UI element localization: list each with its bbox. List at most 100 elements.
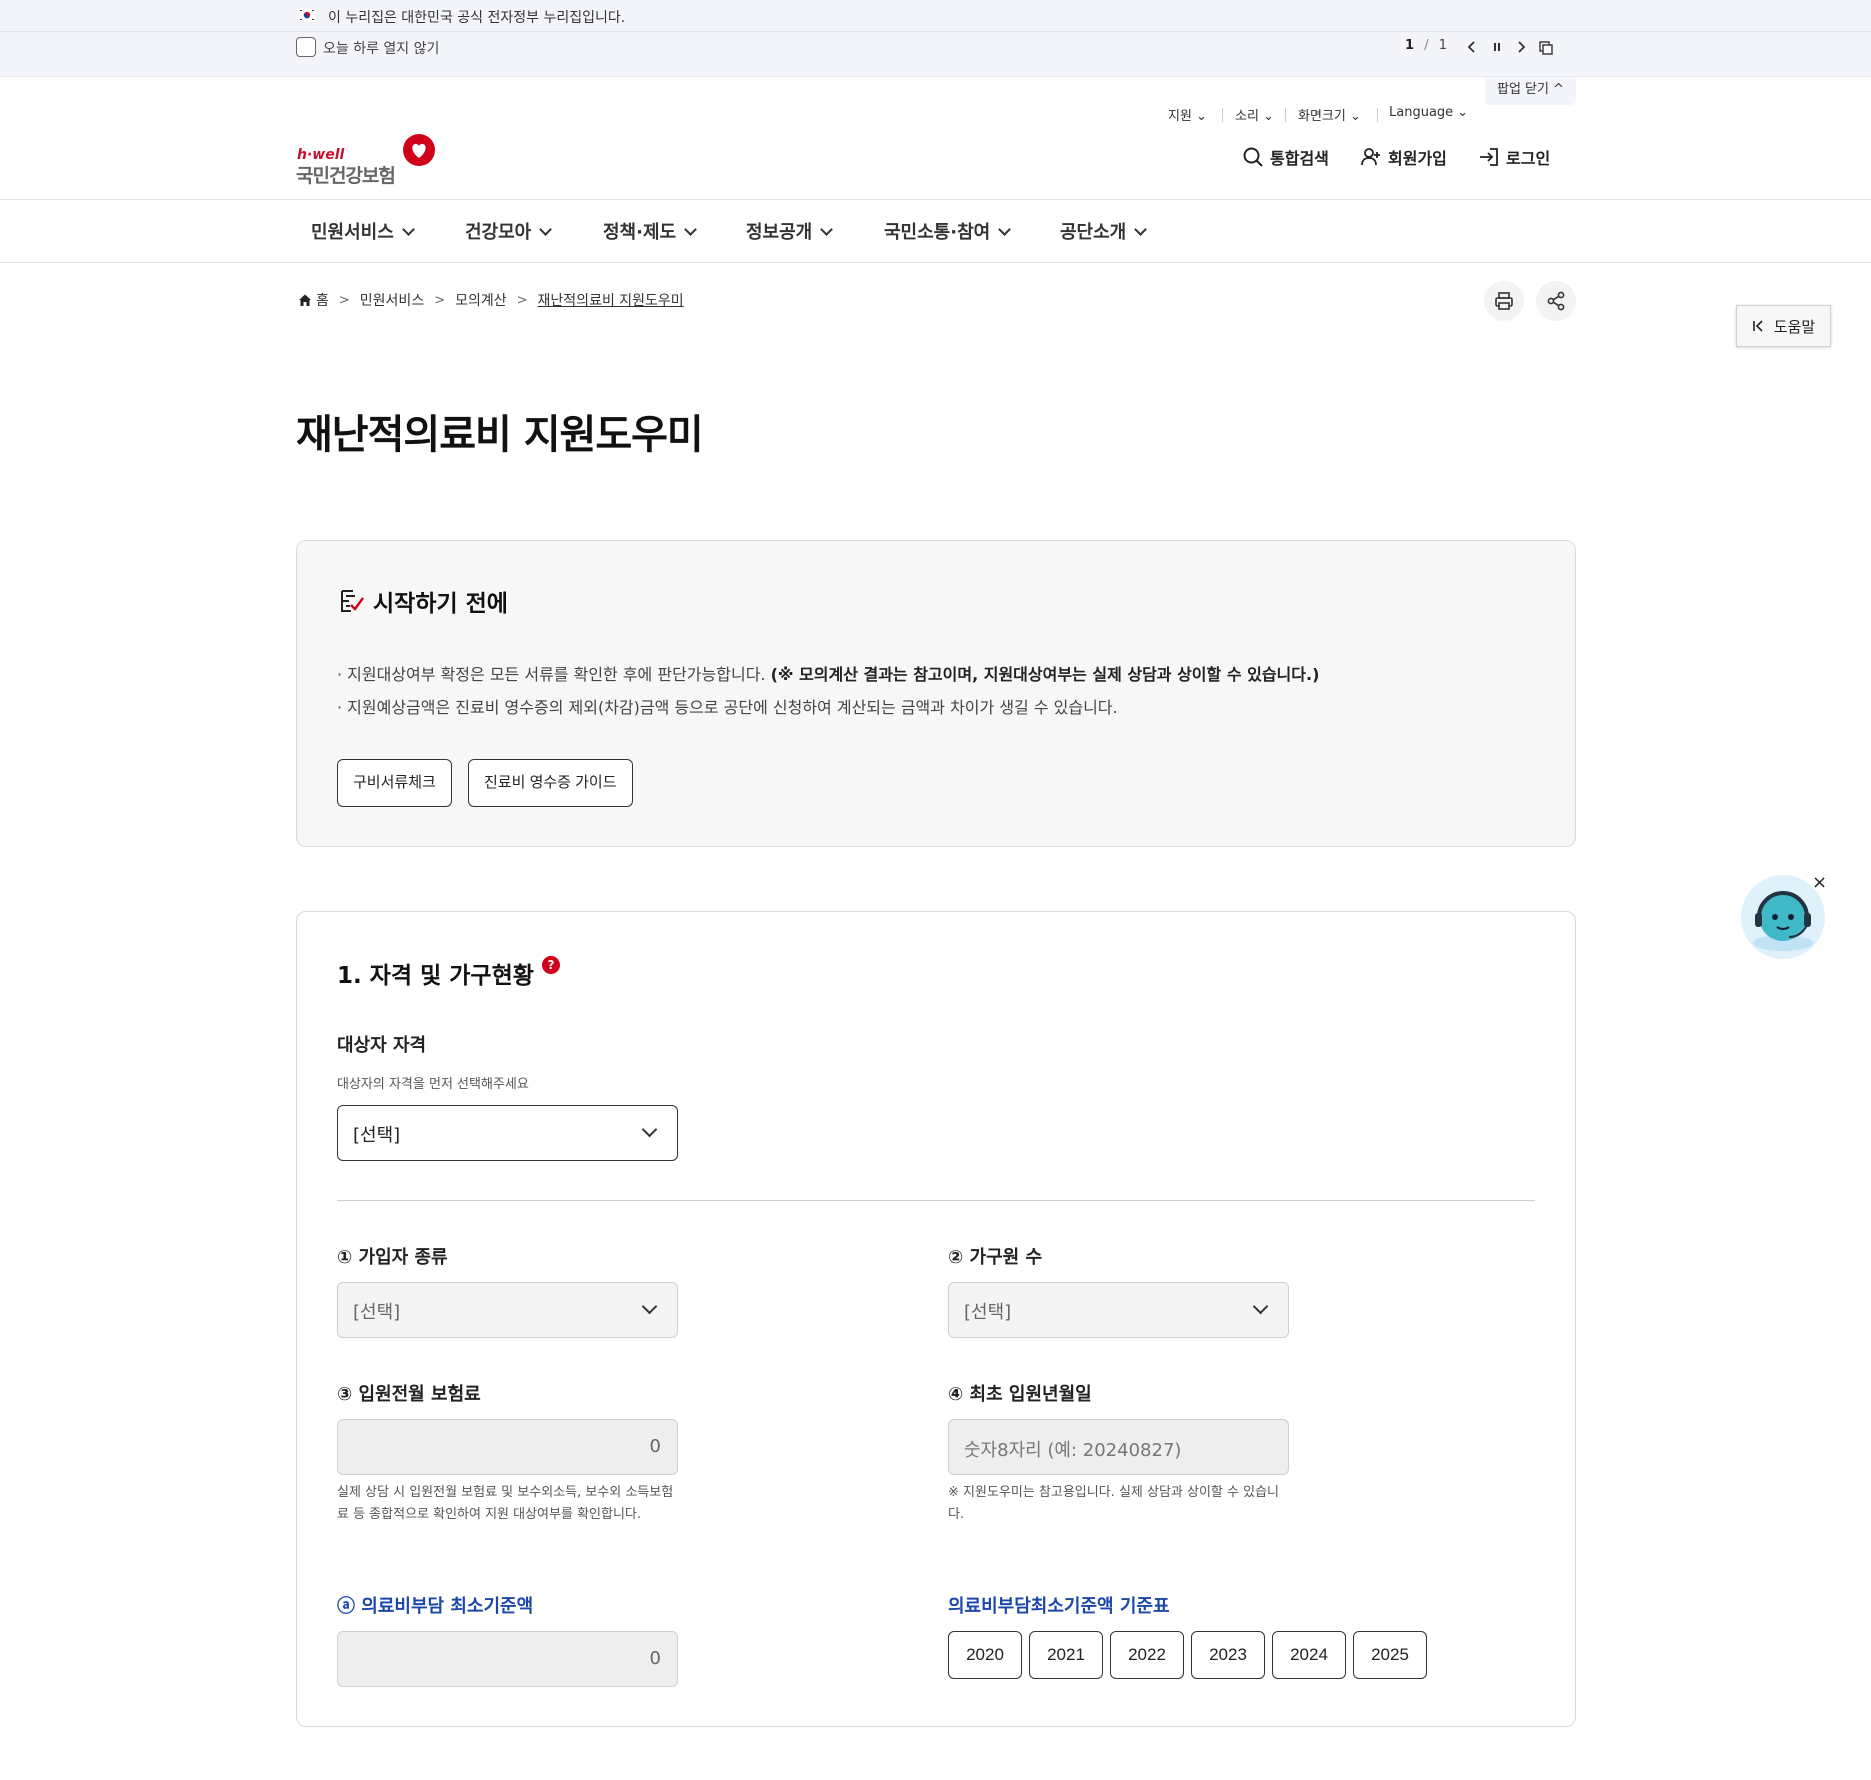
year-2020-button[interactable]: 2020 [948,1631,1022,1679]
print-button[interactable] [1484,281,1524,321]
year-2021-button[interactable]: 2021 [1029,1631,1103,1679]
next-icon[interactable] [1512,37,1530,57]
gnb-label: 공단소개 [1060,222,1127,243]
gnb-label: 정책·제도 [603,222,677,243]
admission-date-placeholder: 숫자8자리 (예: 20240827) [964,1440,1182,1461]
integrated-search-label: 통합검색 [1270,149,1329,168]
before-start-item-2-text: 지원예상금액은 진료비 영수증의 제외(차감)금액 등으로 공단에 신청하여 계… [347,698,1118,717]
chevron-down-icon [998,222,1012,236]
min-cost-table-label: 의료비부담최소기준액 기준표 [948,1596,1170,1617]
collapse-left-icon [1752,320,1763,332]
chatbot-close-icon[interactable]: × [1812,872,1827,893]
help-button-label: 도움말 [1773,317,1816,336]
before-start-heading: 시작하기 전에 [337,584,508,618]
dont-show-today-label[interactable]: 오늘 하루 열지 않기 [323,38,439,58]
subscriber-type-select[interactable]: [선택] [337,1282,678,1338]
gnb-label: 정보공개 [746,222,813,243]
prev-icon[interactable] [1463,37,1481,57]
chevron-down-icon [1252,1298,1269,1315]
admission-date-label: ④ 최초 입원년월일 [948,1384,1092,1405]
gnb-info-disclosure[interactable]: 정보공개 [746,218,834,244]
year-2023-button[interactable]: 2023 [1191,1631,1265,1679]
gnb-about[interactable]: 공단소개 [1060,218,1148,244]
gov-banner-text: 이 누리집은 대한민국 공식 전자정부 누리집입니다. [328,10,626,26]
gnb-label: 건강모아 [465,222,532,243]
before-start-item-1-text: 지원대상여부 확정은 모든 서류를 확인한 후에 판단가능합니다. [347,665,766,684]
gnb-policy[interactable]: 정책·제도 [603,218,697,244]
breadcrumb-current[interactable]: 재난적의료비 지원도우미 [538,290,684,310]
dont-show-today-checkbox[interactable] [296,37,316,57]
login-icon [1480,148,1498,166]
breadcrumb-separator-icon: > [338,292,350,308]
household-count-select[interactable]: [선택] [948,1282,1289,1338]
korea-flag-icon [298,8,316,22]
gnb-health-moa[interactable]: 건강모아 [465,218,553,244]
signup-link[interactable]: 회원가입 [1360,145,1447,169]
breadcrumb-home[interactable]: 홈 [316,290,329,310]
popup-pager: 1 / 1 [1405,38,1447,53]
add-user-icon [1361,148,1380,166]
subscriber-type-value: [선택] [353,1302,401,1323]
year-2025-button[interactable]: 2025 [1353,1631,1427,1679]
min-cost-label: ⓐ 의료비부담 최소기준액 [337,1596,534,1617]
breadcrumb-separator-icon: > [434,292,446,308]
logo-brand-ko: 국민건강보험 [296,165,396,187]
help-question-icon[interactable]: ? [542,956,560,974]
before-start-item-1-bold: (※ 모의계산 결과는 참고이며, 지원대상여부는 실제 상담과 상이할 수 있… [770,665,1320,684]
share-button[interactable] [1536,281,1576,321]
share-icon [1547,291,1565,311]
heart-logo-icon [403,134,435,166]
admission-date-input[interactable]: 숫자8자리 (예: 20240827) [948,1419,1289,1475]
before-start-box: 시작하기 전에 · 지원대상여부 확정은 모든 서류를 확인한 후에 판단가능합… [296,540,1576,847]
qualification-section: 1. 자격 및 가구현황 ? 대상자 자격 대상자의 자격을 먼저 선택해주세요… [296,911,1576,1727]
chevron-down-icon [1134,222,1148,236]
receipt-guide-button[interactable]: 진료비 영수증 가이드 [468,759,633,807]
chevron-down-icon [401,222,415,236]
documents-check-button[interactable]: 구비서류체크 [337,759,452,807]
qualification-select-value: [선택] [353,1125,401,1146]
util-language[interactable]: Language ⌄ [1389,105,1468,120]
chevron-down-icon [820,222,834,236]
gnb-label: 민원서비스 [311,222,394,243]
gnb-label: 국민소통·참여 [884,222,991,243]
breadcrumb-mock-calc[interactable]: 모의계산 [455,290,507,310]
year-2022-button[interactable]: 2022 [1110,1631,1184,1679]
page-title: 재난적의료비 지원도우미 [296,412,704,458]
integrated-search-link[interactable]: 통합검색 [1242,145,1329,169]
breadcrumb: 홈 > 민원서비스 > 모의계산 > 재난적의료비 지원도우미 [298,290,684,310]
popup-list-icon[interactable] [1537,37,1555,57]
qualification-select[interactable]: [선택] [337,1105,678,1161]
popup-close-button[interactable]: 팝업 닫기 ^ [1485,77,1576,105]
help-button[interactable]: 도움말 [1736,305,1831,347]
util-divider [1377,108,1378,122]
gnb-communication[interactable]: 국민소통·참여 [884,218,1012,244]
premium-note: 실제 상담 시 입원전월 보험료 및 보수외소득, 보수외 소득보험료 등 종합… [337,1485,674,1522]
premium-value: 0 [649,1436,661,1457]
pager-separator: / [1424,38,1429,53]
min-cost-input: 0 [337,1631,678,1687]
pager-current: 1 [1405,38,1415,53]
signup-label: 회원가입 [1388,149,1447,168]
premium-input[interactable]: 0 [337,1419,678,1475]
login-link[interactable]: 로그인 [1478,145,1550,169]
chevron-down-icon [641,1298,658,1315]
popup-bar: 오늘 하루 열지 않기 1 / 1 [0,32,1871,77]
before-start-title: 시작하기 전에 [373,591,508,617]
util-sound[interactable]: 소리 ⌄ [1235,105,1274,124]
login-label: 로그인 [1506,149,1551,168]
year-2024-button[interactable]: 2024 [1272,1631,1346,1679]
print-icon [1495,292,1513,310]
premium-label: ③ 입원전월 보험료 [337,1384,481,1405]
nhis-logo[interactable]: h·well 국민건강보험 [296,133,438,187]
before-start-item-1: · 지원대상여부 확정은 모든 서류를 확인한 후에 판단가능합니다. (※ 모… [337,665,1320,684]
gov-banner: 이 누리집은 대한민국 공식 전자정부 누리집입니다. [0,0,1871,32]
chevron-down-icon [641,1121,658,1138]
gnb-civil-service[interactable]: 민원서비스 [311,218,415,244]
household-count-value: [선택] [964,1302,1012,1323]
qualification-hint: 대상자의 자격을 먼저 선택해주세요 [337,1077,529,1092]
chevron-down-icon [684,222,697,236]
util-font-size[interactable]: 화면크기 ⌄ [1298,105,1361,124]
pause-icon[interactable] [1488,37,1506,57]
util-support[interactable]: 지원 ⌄ [1168,105,1207,124]
breadcrumb-civil-service[interactable]: 민원서비스 [360,290,424,310]
